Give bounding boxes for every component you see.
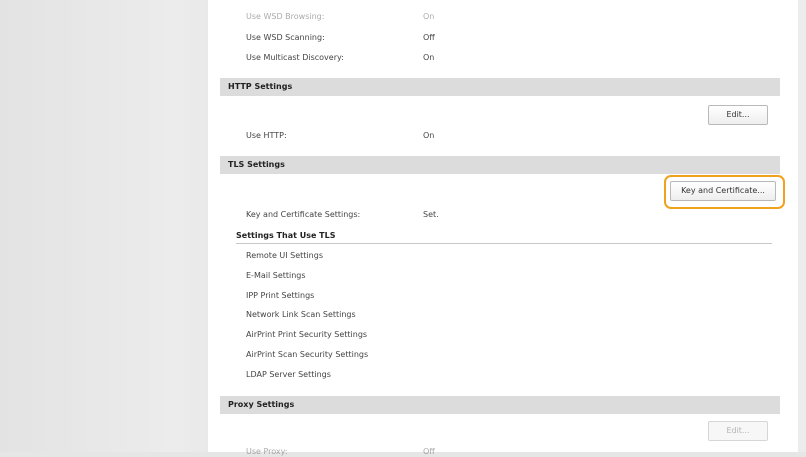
multicast-discovery-label: Use Multicast Discovery: — [246, 53, 344, 62]
key-certificate-settings-label: Key and Certificate Settings: — [246, 210, 361, 219]
proxy-settings-header: Proxy Settings — [220, 396, 780, 414]
settings-panel: Use WSD Browsing: On Use WSD Scanning: O… — [208, 0, 798, 456]
multicast-discovery-value: On — [423, 53, 435, 62]
wsd-browsing-value: On — [423, 12, 435, 21]
http-settings-header: HTTP Settings — [220, 78, 780, 96]
right-margin — [798, 0, 806, 452]
http-edit-button[interactable]: Edit... — [708, 105, 768, 125]
wsd-browsing-label: Use WSD Browsing: — [246, 12, 325, 21]
tls-divider — [236, 243, 772, 244]
use-proxy-label: Use Proxy: — [246, 447, 288, 456]
tls-item-airprint-scan: AirPrint Scan Security Settings — [246, 350, 369, 359]
tls-item-network-link-scan: Network Link Scan Settings — [246, 310, 356, 319]
wsd-scanning-label: Use WSD Scanning: — [246, 33, 325, 42]
use-proxy-value: Off — [423, 447, 435, 456]
use-http-value: On — [423, 131, 435, 140]
settings-using-tls-heading: Settings That Use TLS — [236, 231, 336, 240]
tls-item-email: E-Mail Settings — [246, 271, 306, 280]
key-certificate-settings-value: Set. — [423, 210, 439, 219]
use-http-label: Use HTTP: — [246, 131, 287, 140]
tls-settings-header: TLS Settings — [220, 156, 780, 174]
tls-item-ipp-print: IPP Print Settings — [246, 291, 315, 300]
tls-item-airprint-print: AirPrint Print Security Settings — [246, 330, 368, 339]
key-and-certificate-button[interactable]: Key and Certificate... — [670, 181, 776, 201]
proxy-edit-button[interactable]: Edit... — [708, 421, 768, 441]
wsd-scanning-value: Off — [423, 33, 435, 42]
tls-item-remote-ui: Remote UI Settings — [246, 251, 323, 260]
tls-item-ldap-server: LDAP Server Settings — [246, 370, 331, 379]
left-sidebar — [0, 0, 208, 452]
